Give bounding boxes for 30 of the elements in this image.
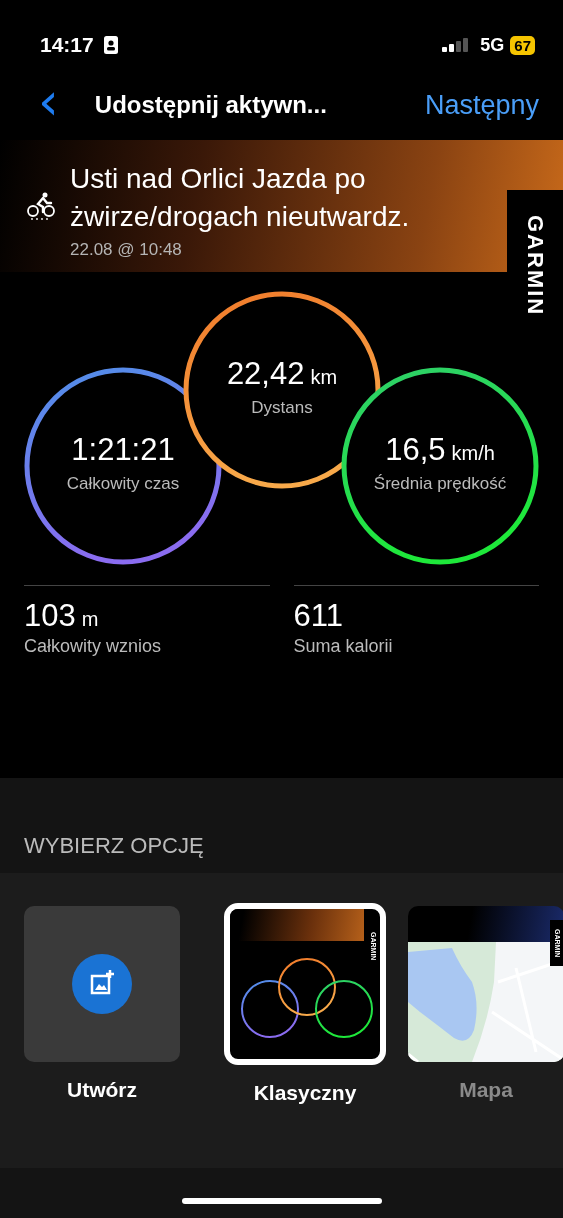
add-image-icon	[72, 954, 132, 1014]
ring	[241, 980, 299, 1038]
option-label: Klasyczny	[253, 1081, 357, 1105]
ring-value: 1:21:21	[71, 432, 175, 468]
option-label: Utwórz	[67, 1078, 137, 1102]
ring-label: Średnia prędkość	[373, 474, 507, 494]
ring-value: 16,5 km/h	[385, 432, 495, 468]
stat-value: 103 m	[24, 598, 100, 634]
cyclist-icon	[26, 192, 56, 220]
battery-indicator: 67	[510, 35, 535, 55]
ring-label: Całkowity czas	[66, 474, 180, 494]
activity-title: Usti nad Orlici Jazda po żwirze/drogach nieutwardz.	[70, 162, 411, 234]
page-title: Udostępnij aktywn...	[94, 91, 328, 119]
ring-value: 22,42 km	[226, 356, 338, 392]
option-label: Mapa	[459, 1078, 513, 1102]
ring	[278, 958, 336, 1016]
stat-value: 611	[293, 598, 344, 634]
back-button[interactable]: ‹	[30, 75, 67, 135]
id-card-icon	[103, 36, 118, 54]
stat-label: Suma kalorii	[293, 636, 394, 657]
section-title: WYBIERZ OPCJĘ	[23, 832, 205, 860]
signal-icon	[442, 38, 471, 52]
next-button[interactable]: Następny	[424, 89, 539, 121]
activity-date: 22.08 @ 10:48	[70, 240, 183, 260]
network-label: 5G	[480, 34, 505, 56]
create-tile[interactable]	[24, 906, 180, 1062]
ring	[315, 980, 373, 1038]
status-time: 14:17	[40, 33, 94, 57]
stat-label: Całkowity wznios	[24, 636, 163, 657]
ring-label: Dystans	[251, 398, 313, 418]
